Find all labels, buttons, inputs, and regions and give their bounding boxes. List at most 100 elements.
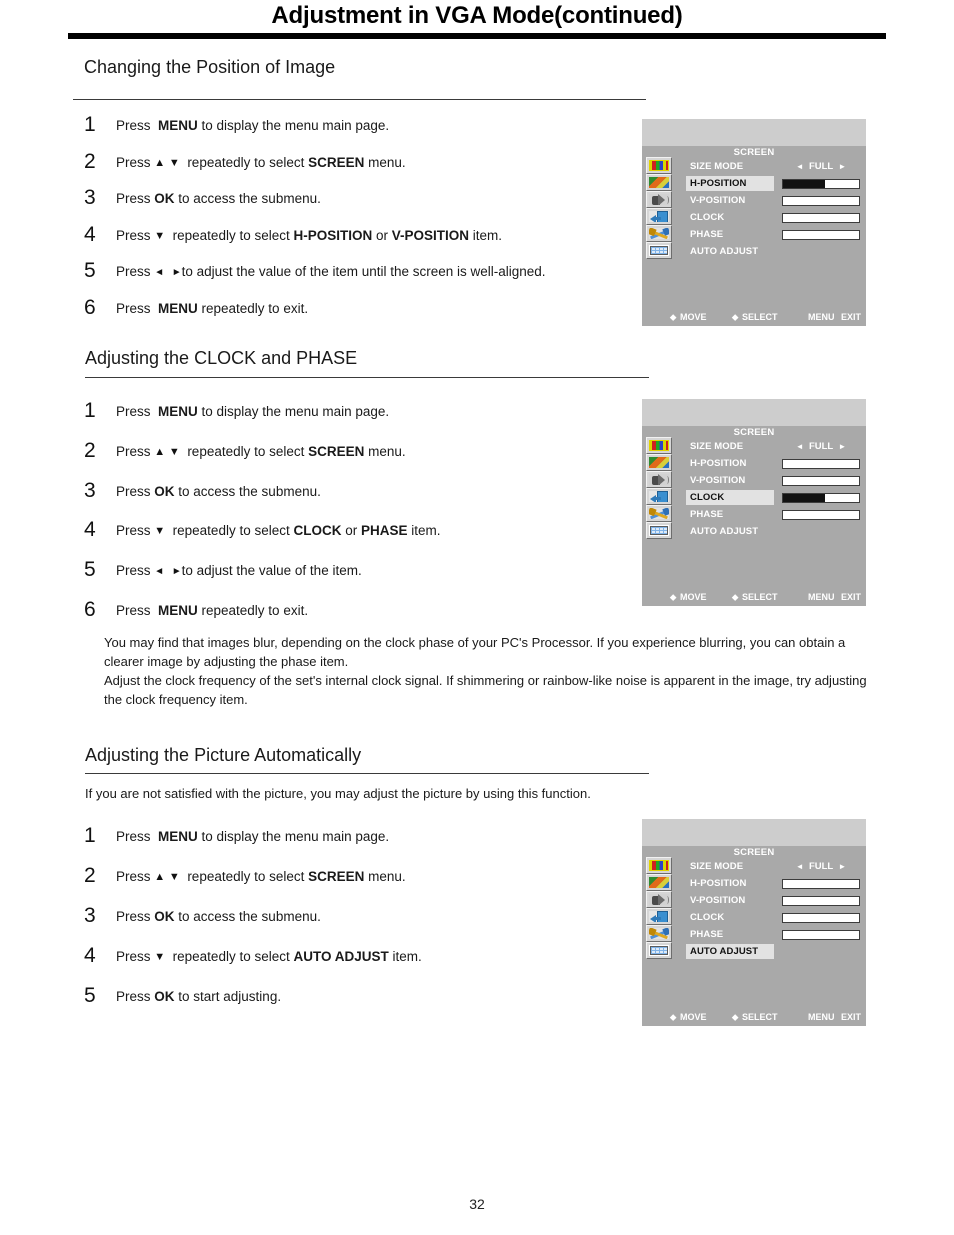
osd-row-v-position[interactable]: V-POSITION — [686, 473, 862, 490]
left-arrow-icon[interactable]: ◄ — [796, 442, 804, 451]
step-item: 2 Press ▲ ▼ repeatedly to select SCREEN m… — [84, 150, 629, 187]
step-item: 1 Press MENU to display the menu main pag… — [84, 399, 629, 439]
section-divider-3 — [85, 773, 649, 774]
right-arrow-icon[interactable]: ► — [838, 862, 846, 871]
speaker-icon[interactable] — [646, 891, 672, 908]
select-diamond-icon: ⬥ — [732, 312, 739, 322]
move-diamond-icon: ⬥ — [670, 592, 677, 602]
osd-slider-fill — [783, 897, 825, 905]
speaker-icon[interactable] — [646, 471, 672, 488]
osd-row-label: PHASE — [690, 509, 724, 520]
osd-row-value[interactable]: ◄ FULL ► — [782, 441, 860, 452]
step-text: Press MENU repeatedly to exit. — [116, 602, 309, 618]
osd-screenshot-auto-adjust: SCREEN SIZE MODE ◄ FULL ► H-POSITION V-POSIT… — [642, 819, 866, 1026]
osd-row-size-mode[interactable]: SIZE MODE ◄ FULL ► — [686, 439, 862, 456]
osd-row-slider[interactable] — [782, 879, 860, 889]
color-bars-icon[interactable] — [646, 437, 672, 454]
osd-menu-rows: SIZE MODE ◄ FULL ► H-POSITION V-POSITION CLO… — [686, 159, 862, 261]
setup-door-icon[interactable] — [646, 208, 672, 225]
grid-icon[interactable] — [646, 942, 672, 959]
step-number: 1 — [84, 113, 96, 136]
osd-footer: ⬥ MOVE ⬥ SELECT MENU EXIT — [642, 590, 866, 606]
osd-row-h-position[interactable]: H-POSITION — [686, 176, 862, 193]
tools-icon[interactable] — [646, 925, 672, 942]
osd-row-slider[interactable] — [782, 459, 860, 469]
osd-screenshot-h-position: SCREEN SIZE MODE ◄ FULL ► H-POSITION V-POSIT… — [642, 119, 866, 326]
osd-row-phase[interactable]: PHASE — [686, 927, 862, 944]
osd-slider-fill — [783, 231, 825, 239]
osd-row-v-position[interactable]: V-POSITION — [686, 893, 862, 910]
color-bars-icon[interactable] — [646, 857, 672, 874]
osd-row-auto-adjust[interactable]: AUTO ADJUST — [686, 244, 862, 261]
picture-gradient-icon[interactable] — [646, 874, 672, 891]
osd-menu-rows: SIZE MODE ◄ FULL ► H-POSITION V-POSITION CLO… — [686, 859, 862, 961]
osd-row-phase[interactable]: PHASE — [686, 227, 862, 244]
picture-gradient-icon[interactable] — [646, 174, 672, 191]
osd-row-slider[interactable] — [782, 476, 860, 486]
osd-top-band — [642, 819, 866, 846]
tools-icon[interactable] — [646, 505, 672, 522]
osd-row-slider[interactable] — [782, 179, 860, 189]
osd-row-slider[interactable] — [782, 930, 860, 940]
step-number: 5 — [84, 558, 96, 582]
osd-row-size-mode[interactable]: SIZE MODE ◄ FULL ► — [686, 859, 862, 876]
osd-footer: ⬥ MOVE ⬥ SELECT MENU EXIT — [642, 310, 866, 326]
osd-icon-rail — [646, 157, 674, 259]
step-text: Press MENU to display the menu main page… — [116, 404, 390, 419]
speaker-icon[interactable] — [646, 191, 672, 208]
picture-gradient-icon[interactable] — [646, 454, 672, 471]
osd-row-label: SIZE MODE — [690, 161, 744, 172]
tools-icon[interactable] — [646, 225, 672, 242]
grid-icon[interactable] — [646, 522, 672, 539]
step-text: Press MENU to display the menu main page… — [116, 829, 390, 844]
step-item: 1 Press MENU to display the menu main pag… — [84, 824, 629, 864]
grid-icon[interactable] — [646, 242, 672, 259]
color-bars-icon[interactable] — [646, 157, 672, 174]
osd-row-phase[interactable]: PHASE — [686, 507, 862, 524]
osd-row-h-position[interactable]: H-POSITION — [686, 456, 862, 473]
osd-row-v-position[interactable]: V-POSITION — [686, 193, 862, 210]
right-arrow-icon[interactable]: ► — [838, 442, 846, 451]
osd-row-value[interactable]: ◄ FULL ► — [782, 861, 860, 872]
step-item: 5 Press ◄ ►to adjust the value of the ite… — [84, 558, 629, 598]
step-number: 1 — [84, 824, 96, 847]
step-number: 1 — [84, 399, 96, 422]
osd-slider-fill — [783, 477, 825, 485]
move-diamond-icon: ⬥ — [670, 312, 677, 322]
osd-footer-exit: EXIT — [841, 1012, 862, 1022]
osd-footer-exit: EXIT — [841, 592, 862, 602]
osd-row-slider[interactable] — [782, 493, 860, 503]
osd-row-h-position[interactable]: H-POSITION — [686, 876, 862, 893]
right-arrow-icon[interactable]: ► — [838, 162, 846, 171]
osd-footer-select: SELECT — [742, 592, 778, 602]
osd-footer-move: MOVE — [680, 312, 707, 322]
osd-row-value[interactable]: ◄ FULL ► — [782, 161, 860, 172]
step-number: 4 — [84, 518, 96, 542]
osd-row-slider[interactable] — [782, 213, 860, 223]
setup-door-icon[interactable] — [646, 488, 672, 505]
osd-row-slider[interactable] — [782, 896, 860, 906]
osd-footer-exit: EXIT — [841, 312, 862, 322]
osd-row-clock[interactable]: CLOCK — [686, 490, 862, 507]
clock-phase-note: You may find that images blur, depending… — [104, 633, 886, 709]
section-heading-position: Changing the Position of Image — [84, 57, 336, 77]
osd-row-clock[interactable]: CLOCK — [686, 910, 862, 927]
osd-row-slider[interactable] — [782, 230, 860, 240]
osd-row-size-mode[interactable]: SIZE MODE ◄ FULL ► — [686, 159, 862, 176]
osd-row-auto-adjust[interactable]: AUTO ADJUST — [686, 524, 862, 541]
step-number: 2 — [84, 149, 96, 173]
setup-door-icon[interactable] — [646, 908, 672, 925]
osd-row-slider[interactable] — [782, 510, 860, 520]
left-arrow-icon[interactable]: ◄ — [796, 162, 804, 171]
step-list-auto-adjust: 1 Press MENU to display the menu main pag… — [84, 824, 629, 1024]
osd-footer-menu: MENU — [808, 312, 835, 322]
osd-row-clock[interactable]: CLOCK — [686, 210, 862, 227]
osd-row-auto-adjust[interactable]: AUTO ADJUST — [686, 944, 862, 961]
osd-row-slider[interactable] — [782, 913, 860, 923]
step-item: 5 Press OK to start adjusting. — [84, 984, 629, 1024]
step-item: 4 Press ▼ repeatedly to select AUTO ADJUS… — [84, 944, 629, 984]
osd-footer-select: SELECT — [742, 312, 778, 322]
osd-row-label: H-POSITION — [690, 458, 747, 469]
osd-row-slider[interactable] — [782, 196, 860, 206]
left-arrow-icon[interactable]: ◄ — [796, 862, 804, 871]
